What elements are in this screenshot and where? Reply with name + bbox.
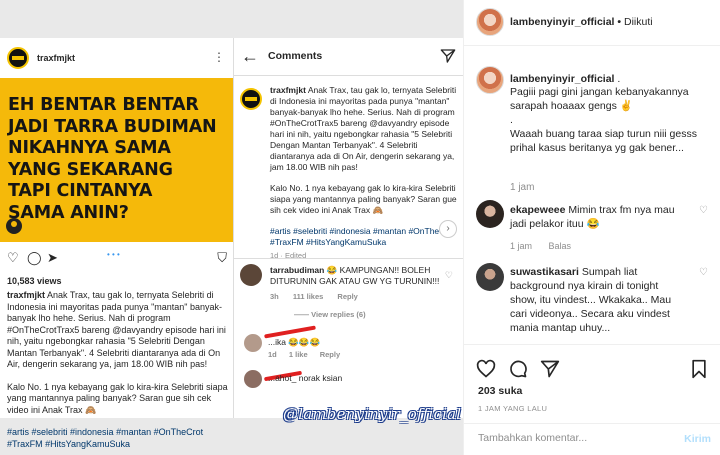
caption-paragraph-2: Kalo No. 1 nya kebayang gak lo kira-kira… [7,381,228,415]
post-author: lambenyinyir_official • Diikuti [510,16,653,28]
view-replies: —— View replies (6) [294,310,366,319]
comments-caption: traxfmjkt Anak Trax, tau gak lo, ternyat… [270,85,458,261]
caption-line-3: Waaah buang taraa siap turun niii gesss … [510,128,697,154]
embedded-post-username: traxfmjkt [37,53,76,63]
comment-reply: Reply [337,292,358,301]
like-count[interactable]: 203 suka [478,385,522,397]
comment-meta: 1 jam Balas [510,241,585,251]
author-username[interactable]: lambenyinyir_official [510,16,614,28]
heart-icon[interactable]: ♡ [699,205,708,216]
comment-icon[interactable] [508,359,528,379]
embedded-post-header: traxfmjkt ⋮ [0,38,233,78]
reply-text: ...ika 😂😂😂 [268,337,321,347]
embedded-post-caption: traxfmjkt Anak Trax, tau gak lo, ternyat… [7,290,229,455]
post-timestamp: 1 JAM YANG LALU [478,404,548,413]
caption-suffix: . [617,73,621,85]
caption-author: lambenyinyir_official . [510,73,620,85]
avatar [240,264,262,286]
back-arrow-icon: ← [241,46,259,66]
caption-time: 1 jam [510,182,535,193]
carousel-dots-icon: • • • [107,250,120,259]
trax-logo [7,47,29,69]
comment-time: 1 jam [510,241,533,251]
avatar[interactable] [476,263,504,291]
comment-composer: Kirim [464,423,720,455]
embedded-post-screenshot: traxfmjkt ⋮ EH BENTAR BENTAR JADI TARRA … [0,38,233,449]
comment-username[interactable]: suwastikasari [510,266,579,278]
comment-time: 3h [270,292,279,301]
reply-button[interactable]: Balas [549,241,572,251]
reply-meta: 1d 1 like Reply [268,350,350,359]
caption-line-2: . [510,114,513,126]
caption-paragraph-2: Kalo No. 1 nya kebayang gak lo kira-kira… [270,183,457,215]
comment-username[interactable]: ekapeweee [510,204,565,216]
watermark: @lambenyinyir_official [283,405,462,423]
headline-text: EH BENTAR BENTAR JADI TARRA BUDIMAN NIKA… [8,95,217,223]
caption-paragraph-1: Anak Trax, tau gak lo, ternyata Selebrit… [7,290,226,369]
avatar[interactable] [476,200,504,228]
comments-title: Comments [268,50,323,62]
post-comment-button[interactable]: Kirim [684,433,711,445]
avatar[interactable] [476,8,504,36]
bookmark-icon: ⛉ [217,250,227,265]
divider [234,258,463,259]
follow-status[interactable]: Diikuti [624,16,653,28]
comment-item: ekapeweee Mimin trax fm nya mau jadi pel… [510,203,688,231]
caption-username: traxfmjkt [270,85,306,95]
more-options-icon: ⋮ [213,50,225,64]
chevron-right-icon: › [439,220,457,238]
comment-meta: 3h 111 likes Reply [270,292,370,301]
comment-text: tarrabudiman 😂 KAMPUNGAN!! BOLEH DITURUN… [270,265,440,286]
caption-username: traxfmjkt [7,290,46,300]
heart-icon[interactable] [476,359,496,379]
avatar [244,334,262,352]
heart-icon: ♡ [7,250,19,265]
comment-item: suwastikasari Sumpah liat background nya… [510,265,688,335]
caption-hashtags: #artis #selebriti #indonesia #mantan #On… [7,427,204,449]
heart-icon[interactable]: ♡ [699,267,708,278]
reply-likes: 1 like [288,350,308,359]
comment-username: tarrabudiman [270,265,325,275]
send-icon [440,49,456,63]
avatar [244,370,262,388]
caption-line-1: Pagiii pagi gini jangan kebanyakannya sa… [510,86,689,112]
reply-time: 1d [268,350,277,359]
comment-icon: ◯ [27,250,42,265]
post-caption: Pagiii pagi gini jangan kebanyakannya sa… [510,85,710,155]
post-sidebar: lambenyinyir_official • Diikuti lambenyi… [463,0,720,455]
bookmark-icon[interactable] [689,359,709,379]
comment-likes: 111 likes [292,292,324,301]
tagged-user-icon [6,218,22,234]
post-image[interactable]: traxfmjkt ⋮ EH BENTAR BENTAR JADI TARRA … [0,0,463,455]
share-icon[interactable] [540,359,560,379]
reply-text: ...ahot_ norak ksian [268,373,343,383]
heart-icon: ♡ [444,270,453,280]
share-icon: ➤ [47,250,58,265]
comments-header: ← Comments [234,38,463,76]
reply-reply: Reply [319,350,341,359]
caption-paragraph-1: Anak Trax, tau gak lo, ternyata Selebrit… [270,85,457,172]
caption-hashtags: #artis #selebriti #indonesia #mantan #On… [270,226,456,247]
comment-input[interactable] [478,432,668,444]
post-header: lambenyinyir_official • Diikuti [464,0,720,46]
view-count: 10,583 views [7,276,62,286]
trax-logo [240,88,262,110]
view-replies-label: View replies (6) [311,310,366,319]
embedded-comments-screenshot: ← Comments traxfmjkt Anak Trax, tau gak … [233,38,463,418]
embedded-post-actions: ♡ ◯ ➤ • • • ⛉ [7,250,227,266]
headline-banner: EH BENTAR BENTAR JADI TARRA BUDIMAN NIKA… [0,78,233,242]
caption-username[interactable]: lambenyinyir_official [510,73,614,85]
separator: • [617,16,622,28]
avatar[interactable] [476,66,504,94]
